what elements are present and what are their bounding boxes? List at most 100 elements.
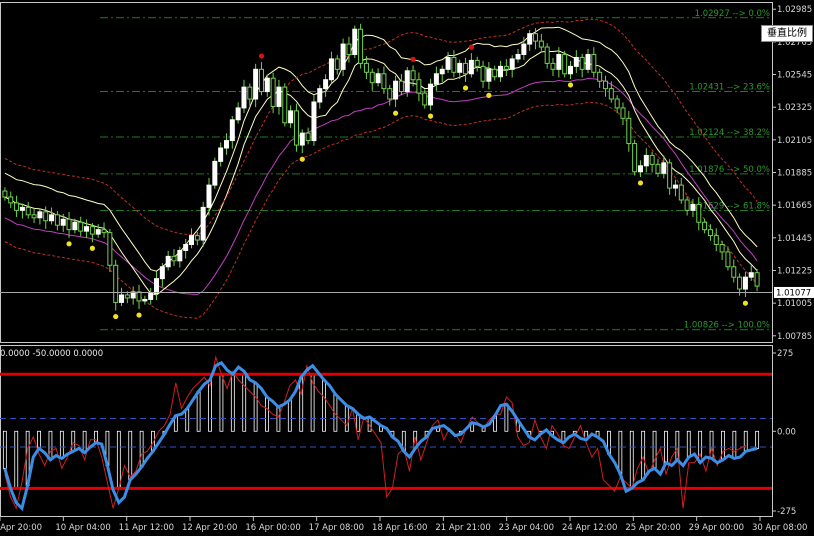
bear-candle-body (608, 88, 614, 100)
bear-candle-body (282, 86, 288, 124)
bull-candle-body (661, 162, 667, 174)
bear-candle-body (136, 291, 142, 302)
bull-candle-body (690, 203, 696, 211)
bear-candle-body (410, 70, 416, 81)
fractal-down-dot (136, 312, 142, 318)
bull-candle-body (37, 211, 43, 219)
bull-candle-body (748, 272, 754, 278)
time-tick-label: 10 Apr 04:00 (55, 523, 110, 533)
fib-level-label: 1.02927 --> 0.0% (695, 9, 770, 19)
bear-candle-body (591, 53, 597, 73)
fib-level-label: 1.00826 --> 100.0% (684, 321, 770, 331)
bull-candle-body (299, 132, 305, 146)
bear-candle-body (358, 28, 364, 64)
vertical-scale-button[interactable]: 垂直比例 (761, 25, 813, 42)
bear-candle-body (602, 80, 608, 90)
bull-candle-body (311, 101, 317, 142)
bear-candle-body (101, 229, 107, 234)
bear-candle-body (293, 110, 299, 146)
bull-candle-body (317, 88, 323, 103)
bear-candle-body (719, 244, 725, 253)
bull-candle-body (177, 249, 183, 262)
price-tick-label: 1.02545 (777, 71, 812, 81)
bear-candle-body (66, 218, 72, 231)
bear-candle-body (258, 68, 264, 93)
bear-candle-body (737, 276, 743, 290)
bear-candle-body (387, 88, 393, 100)
bull-candle-body (95, 229, 101, 235)
bull-candle-body (264, 77, 270, 93)
price-tick-label: 1.01005 (777, 299, 812, 309)
bull-candle-body (568, 65, 573, 75)
fractal-down-dot (742, 300, 749, 306)
bear-candle-body (113, 264, 119, 303)
current-price-box: 1.01077 (774, 286, 814, 298)
time-tick-label: 17 Apr 08:00 (309, 523, 364, 533)
bull-candle-body (457, 62, 463, 73)
time-tick-label: 12 Apr 20:00 (182, 523, 237, 533)
bull-candle-body (49, 214, 55, 222)
bull-candle-body (439, 68, 445, 75)
bear-candle-body (597, 71, 603, 82)
bear-candle-body (124, 294, 130, 299)
bear-candle-body (451, 56, 457, 73)
bear-candle-body (579, 56, 585, 70)
bear-candle-body (31, 214, 37, 219)
bear-candle-body (305, 132, 311, 142)
fib-level-label: 1.02124 --> 38.2% (689, 128, 770, 138)
time-tick-label: 30 Apr 08:00 (752, 523, 807, 533)
fractal-up-dot (258, 53, 265, 59)
time-tick-label: 11 Apr 12:00 (119, 523, 174, 533)
bull-candle-body (84, 226, 90, 232)
chart-stage: 1.02927 --> 0.0% 1.02431 --> 23.6% 1.02124… (0, 0, 814, 536)
bear-candle-body (247, 86, 253, 100)
fractal-down-dot (299, 156, 305, 162)
fractal-up-dot (468, 44, 474, 50)
bull-candle-body (253, 68, 259, 100)
price-tick-label: 1.01445 (777, 234, 812, 244)
bear-candle-body (725, 251, 731, 268)
bull-candle-body (352, 28, 358, 55)
bull-candle-body (189, 235, 194, 246)
fractal-down-dot (113, 313, 119, 320)
current-price-label: 1.01077 (776, 288, 811, 298)
bear-candle-body (620, 107, 626, 119)
bull-candle-body (159, 266, 165, 280)
time-tick-label: 25 Apr 20:00 (625, 523, 680, 533)
oscillator-tick-label: -275 (777, 507, 796, 517)
fractal-down-dot (392, 110, 399, 116)
fractal-down-dot (462, 85, 469, 91)
bull-candle-body (235, 107, 241, 121)
fractal-down-dot (66, 241, 72, 247)
bear-candle-body (562, 53, 568, 75)
fractal-down-dot (486, 92, 492, 98)
bear-candle-body (684, 199, 690, 211)
bear-candle-body (8, 196, 14, 204)
bull-candle-body (404, 70, 410, 93)
fractal-up-dot (410, 56, 416, 62)
bull-candle-body (672, 184, 678, 189)
bull-candle-body (428, 83, 434, 106)
bull-candle-body (218, 147, 224, 162)
bear-candle-body (2, 190, 8, 198)
bull-candle-body (148, 292, 154, 300)
bear-candle-body (416, 79, 422, 94)
bull-candle-body (643, 154, 649, 167)
bear-candle-body (550, 62, 556, 70)
bear-candle-body (422, 92, 428, 106)
bear-candle-body (678, 184, 684, 201)
bear-candle-body (538, 40, 544, 48)
time-tick-label: 9 Apr 20:00 (0, 523, 42, 533)
oscillator-tick-label: 275 (777, 349, 793, 359)
price-tick-label: 1.02105 (777, 136, 812, 146)
bear-candle-body (696, 203, 702, 223)
bull-candle-body (323, 79, 329, 90)
time-tick-label: 29 Apr 00:00 (689, 523, 744, 533)
bear-candle-body (107, 232, 113, 266)
fractal-down-dot (567, 82, 574, 88)
bull-candle-body (509, 58, 515, 70)
bear-candle-body (463, 62, 469, 75)
time-tick-label: 21 Apr 21:00 (435, 523, 490, 533)
bull-candle-body (527, 33, 533, 45)
bull-candle-body (229, 119, 235, 142)
